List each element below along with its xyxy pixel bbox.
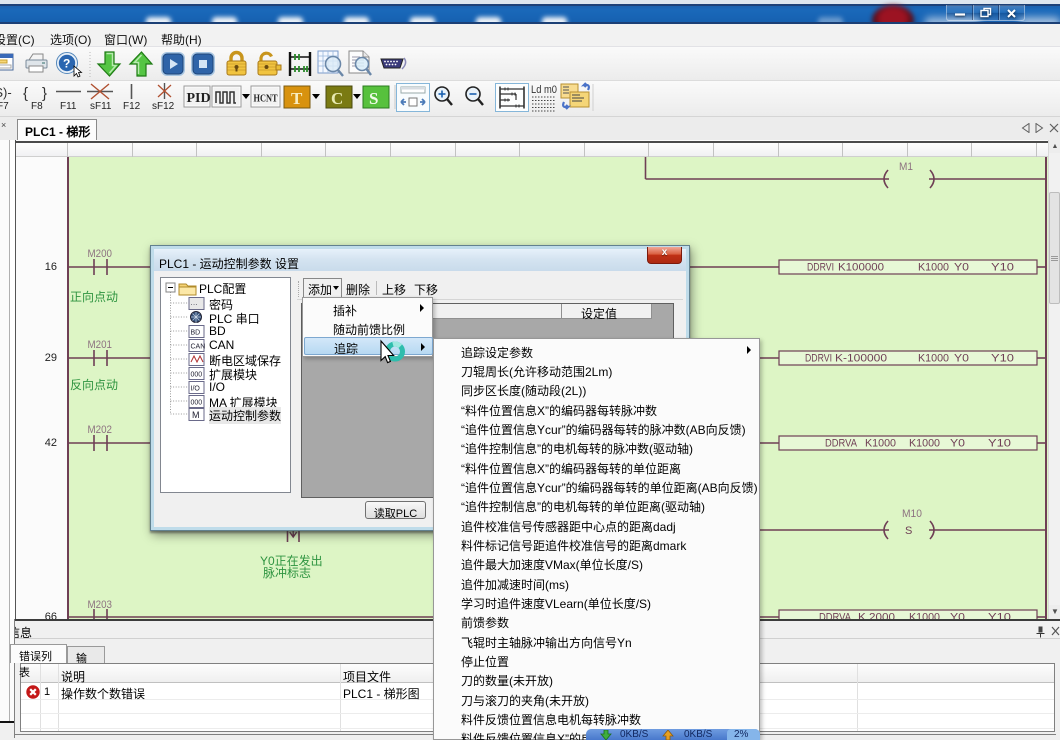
svg-text:K1000: K1000 [909,438,940,450]
svg-text:K1000: K1000 [865,438,896,450]
svg-text:S: S [369,89,378,108]
svg-text:PID: PID [187,91,211,106]
svg-text:K-100000: K-100000 [835,353,887,365]
svg-text:}: } [42,85,47,102]
svg-text:Y10: Y10 [991,262,1014,274]
svg-text:Y0: Y0 [954,353,969,365]
svg-text:BD: BD [191,330,201,337]
svg-text:DDRVA: DDRVA [819,612,852,620]
svg-text:F8: F8 [31,101,43,112]
svg-text:Y10: Y10 [991,353,1014,365]
svg-text:···: ··· [191,302,198,309]
svg-text:M200: M200 [88,248,113,260]
svg-text:T: T [291,89,303,108]
svg-text:CAN: CAN [191,344,206,351]
svg-text:M201: M201 [88,339,113,351]
svg-text:?: ? [63,57,70,71]
svg-text:K1000: K1000 [918,262,949,274]
svg-text:S: S [905,525,912,537]
svg-text:Y10: Y10 [988,612,1011,620]
svg-text:Y0: Y0 [954,262,969,274]
svg-text:F12: F12 [123,101,141,112]
svg-text:DDRVA: DDRVA [825,438,858,450]
svg-text:M203: M203 [88,599,113,611]
svg-text:反向点动: 反向点动 [70,377,118,392]
svg-text:F11: F11 [60,101,77,112]
svg-text:000: 000 [191,400,203,407]
svg-text:sF12: sF12 [152,101,175,112]
svg-text:Y0: Y0 [950,438,965,450]
svg-text:Ld m0: Ld m0 [531,84,557,96]
svg-text:DDRVI: DDRVI [805,353,832,365]
svg-text:M: M [192,410,200,420]
svg-text:sF7: sF7 [0,101,9,112]
svg-text:000: 000 [191,372,203,379]
svg-text:脉冲标志: 脉冲标志 [263,565,311,580]
svg-text:M1: M1 [899,161,913,173]
svg-text:{: { [23,85,28,102]
svg-text:(S)-: (S)- [0,85,12,100]
svg-text:K 2000: K 2000 [858,612,895,620]
svg-text:K1000: K1000 [909,612,940,620]
svg-text:DDRVI: DDRVI [807,262,834,274]
svg-text:K1000: K1000 [918,353,949,365]
svg-text:M10: M10 [902,508,922,520]
svg-text:K100000: K100000 [838,262,884,274]
svg-text:Y0: Y0 [950,612,965,620]
svg-text:正向点动: 正向点动 [70,289,118,304]
svg-text:I/O: I/O [191,386,201,393]
svg-text:M202: M202 [88,424,113,436]
svg-text:Y10: Y10 [988,438,1011,450]
svg-text:HCNT: HCNT [254,93,279,105]
svg-text:sF11: sF11 [90,101,112,112]
svg-text:C: C [331,89,343,108]
